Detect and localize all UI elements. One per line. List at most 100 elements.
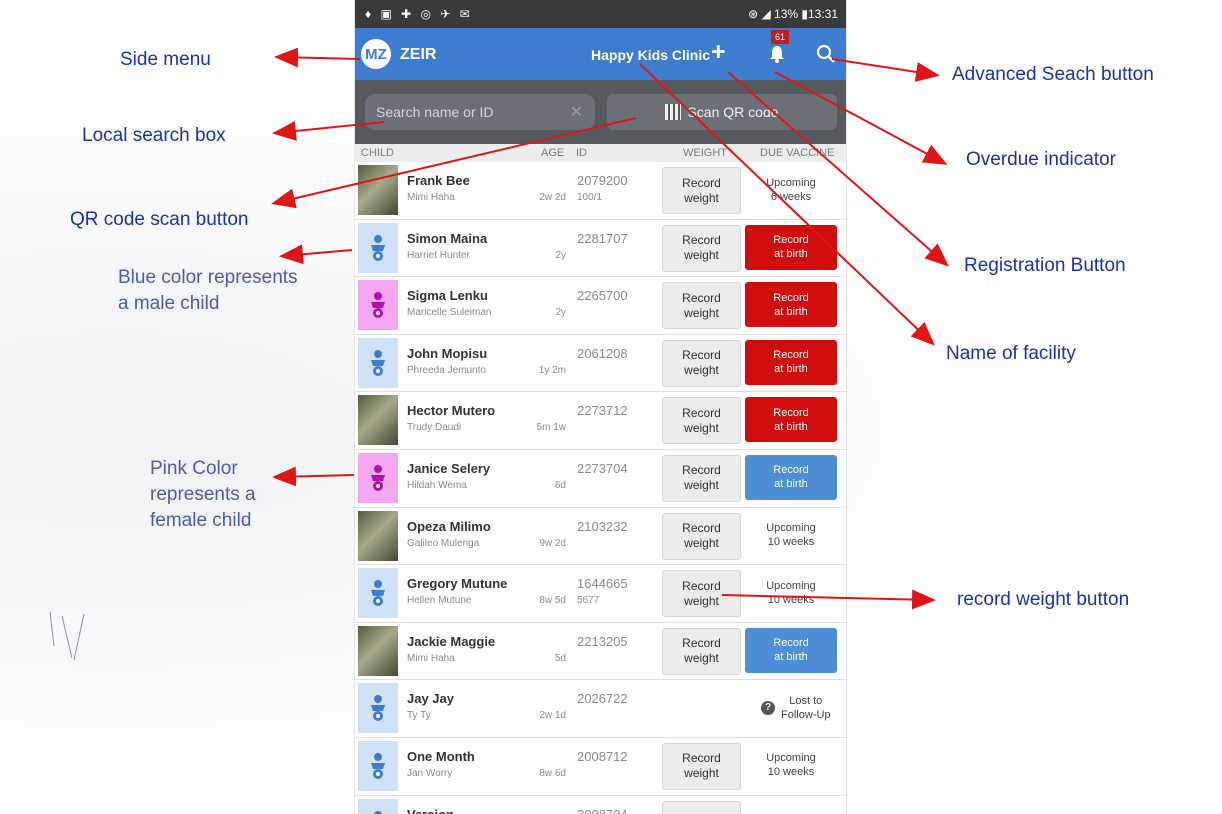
local-search-input[interactable]: Search name or ID ✕ xyxy=(365,94,595,130)
question-icon: ? xyxy=(761,700,775,715)
record-weight-button[interactable]: Record weight xyxy=(662,627,741,675)
table-row[interactable]: Sigma Lenku Maricelle Suleiman 2y 2265700 Re… xyxy=(355,277,846,335)
table-row[interactable]: Gregory Mutune Hellen Mutune 8w 5d 1644665 5… xyxy=(355,565,846,623)
child-age: 2y xyxy=(555,249,566,261)
baby-icon xyxy=(371,695,385,722)
bell-icon[interactable] xyxy=(767,44,787,64)
due-vaccine-button[interactable]: Record at birth xyxy=(745,627,837,673)
annotation-facility: Name of facility xyxy=(946,343,1076,364)
parent-name: Harriet Hunter xyxy=(407,249,470,261)
side-menu-button[interactable]: MZ xyxy=(361,39,391,69)
registration-button[interactable]: + xyxy=(711,40,726,65)
app-title: ZEIR xyxy=(400,46,437,63)
record-weight-button[interactable]: Record xyxy=(662,800,741,814)
annotation-female-line1: Pink Color xyxy=(150,458,238,479)
annotation-male-line1: Blue color represents xyxy=(118,267,298,288)
record-weight-button[interactable]: Record weight xyxy=(662,397,741,445)
qr-scan-button[interactable]: Scan QR code xyxy=(607,94,837,130)
child-name: Hector Mutero xyxy=(407,403,496,419)
annotation-female: Pink Color represents a female child xyxy=(150,456,256,534)
child-id: 2213205 xyxy=(577,633,628,649)
male-child-icon xyxy=(358,337,398,388)
table-row[interactable]: Frank Bee Mimi Haha 2w 2d 2079200 100/1 Recor… xyxy=(355,162,846,220)
column-headers: CHILD AGE ID WEIGHT DUE VACCINE xyxy=(355,144,846,163)
facility-name[interactable]: Happy Kids Clinic xyxy=(591,47,710,63)
record-weight-button[interactable]: Record weight xyxy=(662,167,741,214)
annotation-female-line2: represents a xyxy=(150,484,256,505)
due-vaccine-button[interactable]: Record at birth xyxy=(745,339,837,385)
annotation-record-weight: record weight button xyxy=(957,589,1130,610)
table-row[interactable]: Version 2008704 Record Upcoming xyxy=(355,795,846,814)
record-weight-button[interactable]: Record weight xyxy=(662,570,741,618)
child-age: 5m 1w xyxy=(536,422,566,434)
table-row[interactable]: John Mopisu Phreeda Jemunto 1y 2m 2061208 Re… xyxy=(355,334,846,393)
male-child-icon xyxy=(358,740,398,791)
due-vaccine-button[interactable]: Record at birth xyxy=(745,224,837,270)
record-weight-button[interactable]: Record weight xyxy=(662,282,741,330)
clear-icon[interactable]: ✕ xyxy=(570,102,583,122)
due-vaccine-button[interactable]: Upcoming 10 weeks xyxy=(745,570,837,616)
record-weight-button[interactable]: Record weight xyxy=(662,454,741,502)
child-list: Frank Bee Mimi Haha 2w 2d 2079200 100/1 Recor… xyxy=(355,162,846,814)
annotation-registration: Registration Button xyxy=(964,255,1126,276)
child-name: One Month xyxy=(407,748,475,764)
due-vaccine-button[interactable]: Record at birth xyxy=(745,397,837,443)
due-vaccine-button[interactable]: Upcoming 6 weeks xyxy=(745,167,837,212)
male-child-icon xyxy=(358,568,398,619)
record-weight-button[interactable]: Record weight xyxy=(662,224,741,272)
search-icon[interactable] xyxy=(815,43,837,65)
due-vaccine-button[interactable]: Record at birth xyxy=(745,454,837,500)
status-battery-time: ⊛ ◢ 13% ▮13:31 xyxy=(748,7,838,21)
annotation-qr-scan: QR code scan button xyxy=(70,209,249,230)
male-child-icon xyxy=(358,683,398,734)
annotation-male: Blue color represents a male child xyxy=(118,265,298,317)
table-row[interactable]: Simon Maina Harriet Hunter 2y 2281707 Record… xyxy=(355,219,846,278)
parent-name: Galileo Mulenga xyxy=(407,537,480,549)
child-id: 2273712 xyxy=(577,403,628,419)
child-name: Janice Selery xyxy=(407,460,491,476)
child-age: 8w 5d xyxy=(539,595,566,607)
record-weight-button[interactable]: Record weight xyxy=(662,742,741,790)
table-row[interactable]: Jackie Maggie Mimi Haha 5d 2213205 Record we… xyxy=(355,622,846,681)
baby-icon xyxy=(371,349,385,376)
due-vaccine-button[interactable]: Upcoming 10 weeks xyxy=(745,742,837,788)
parent-name: Ty Ty xyxy=(407,710,431,722)
record-weight-button[interactable]: Record weight xyxy=(662,339,741,387)
due-vaccine-status[interactable]: ? Lost to Follow-Up xyxy=(745,685,837,731)
parent-name: Mimi Haha xyxy=(407,192,455,203)
child-age: 5d xyxy=(554,652,566,664)
due-vaccine-button[interactable]: Upcoming 10 weeks xyxy=(745,512,837,558)
record-weight-button[interactable]: Record weight xyxy=(662,512,741,560)
child-age: 2w 2d xyxy=(539,192,566,203)
child-name: Gregory Mutune xyxy=(407,576,508,592)
table-row[interactable]: One Month Jan Worry 8w 6d 2008712 Record wei… xyxy=(355,737,846,796)
search-bar: Search name or ID ✕ Scan QR code xyxy=(355,80,846,144)
table-row[interactable]: Hector Mutero Trudy Daudi 5m 1w 2273712 Reco… xyxy=(355,392,846,450)
child-id: 2008712 xyxy=(577,748,628,764)
child-name: Opeza Milimo xyxy=(407,518,491,534)
child-id: 2061208 xyxy=(577,345,628,361)
child-name: John Mopisu xyxy=(407,345,488,361)
table-row[interactable]: Opeza Milimo Galileo Mulenga 9w 2d 2103232 R… xyxy=(355,507,846,566)
child-photo xyxy=(358,165,398,215)
parent-name: Hildah Wema xyxy=(407,479,467,491)
annotation-advanced-search: Advanced Seach button xyxy=(952,64,1154,85)
child-photo xyxy=(358,510,398,561)
annotation-female-line3: female child xyxy=(150,510,252,531)
table-row[interactable]: Janice Selery Hildah Wema 6d 2273704 Record … xyxy=(355,449,846,508)
child-id: 2026722 xyxy=(577,691,628,707)
scribble-mark xyxy=(49,611,85,661)
child-name: Jay Jay xyxy=(407,691,454,707)
due-vaccine-label: Lost to Follow-Up xyxy=(781,694,831,721)
column-age: AGE xyxy=(541,147,565,159)
column-due-vaccine: DUE VACCINE xyxy=(760,147,835,159)
child-id: 2281707 xyxy=(577,230,628,246)
child-name: Version xyxy=(407,807,454,814)
due-vaccine-button[interactable]: Upcoming xyxy=(745,800,837,814)
table-row[interactable]: Jay Jay Ty Ty 2w 1d 2026722? Lost to Follow-… xyxy=(355,680,846,738)
phone-screen: ♦ ▣ ✚ ◎ ✈ ✉ ⊛ ◢ 13% ▮13:31 MZ ZEIR Happy… xyxy=(354,0,847,814)
search-placeholder: Search name or ID xyxy=(376,104,494,120)
child-name: Sigma Lenku xyxy=(407,288,488,304)
due-vaccine-button[interactable]: Record at birth xyxy=(745,282,837,328)
parent-name: Jan Worry xyxy=(407,767,453,779)
